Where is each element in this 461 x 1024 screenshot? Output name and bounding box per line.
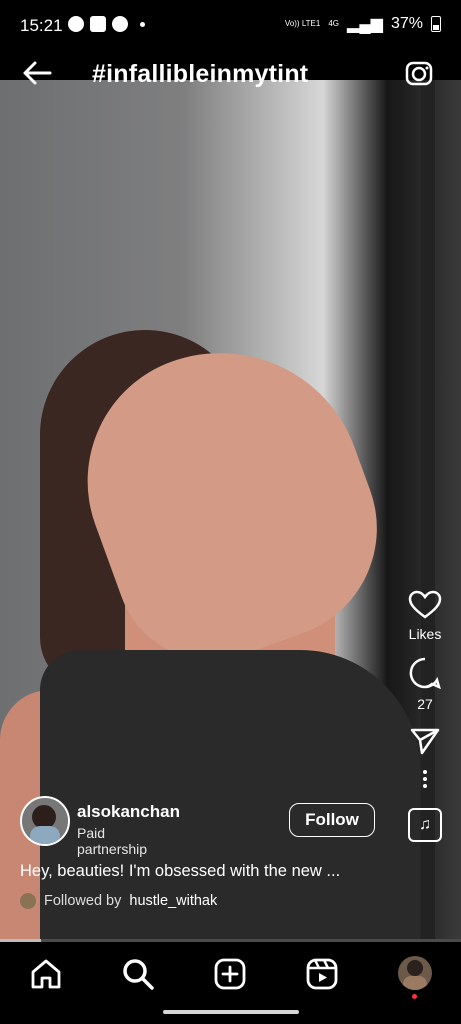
followed-by-prefix: Followed by bbox=[44, 893, 122, 909]
followed-by[interactable]: Followed by hustle_withak bbox=[20, 893, 217, 909]
followed-by-user: hustle_withak bbox=[129, 893, 218, 909]
battery-percent: 37% bbox=[390, 15, 423, 32]
share-action[interactable] bbox=[395, 726, 455, 756]
like-action[interactable]: Likes bbox=[395, 590, 455, 642]
page-title: #infallibleinmytint bbox=[92, 60, 309, 88]
status-right: Vo)) LTE1 4G ▂▄▆ 37% bbox=[285, 14, 441, 34]
top-bar: #infallibleinmytint bbox=[0, 48, 461, 100]
reels-icon[interactable] bbox=[304, 956, 340, 992]
likes-label: Likes bbox=[408, 626, 442, 642]
profile-avatar[interactable] bbox=[398, 956, 432, 990]
username[interactable]: alsokanchan bbox=[77, 802, 180, 822]
home-icon[interactable] bbox=[28, 956, 64, 992]
notification-dot bbox=[412, 994, 417, 999]
more-dot bbox=[423, 784, 427, 788]
facebook-notification-icon bbox=[112, 16, 128, 32]
heart-icon[interactable] bbox=[408, 590, 442, 620]
comment-icon[interactable] bbox=[408, 656, 442, 690]
notification-icons bbox=[68, 16, 145, 32]
search-icon[interactable] bbox=[120, 956, 156, 992]
check-notification-icon bbox=[90, 16, 106, 32]
more-dot bbox=[423, 770, 427, 774]
send-icon[interactable] bbox=[409, 726, 441, 756]
create-icon[interactable] bbox=[212, 956, 248, 992]
status-time: 15:21 bbox=[20, 16, 63, 35]
reel-actions: Likes 27 ♫ bbox=[395, 590, 455, 856]
follower-avatar bbox=[20, 893, 36, 909]
follow-button[interactable]: Follow bbox=[289, 803, 375, 837]
more-notifications-dot-icon bbox=[140, 21, 145, 27]
comment-action[interactable]: 27 bbox=[395, 656, 455, 712]
battery-icon bbox=[431, 16, 441, 32]
more-options-icon[interactable] bbox=[395, 770, 455, 788]
audio-action[interactable]: ♫ bbox=[395, 808, 455, 842]
app-notification-icon bbox=[68, 16, 84, 32]
paid-partnership-label[interactable]: Paid partnership bbox=[77, 825, 147, 857]
network-indicator: 4G bbox=[328, 19, 340, 28]
reel-video[interactable] bbox=[0, 80, 461, 940]
more-dot bbox=[423, 777, 427, 781]
comments-count: 27 bbox=[417, 696, 433, 712]
music-note-icon[interactable]: ♫ bbox=[408, 808, 442, 842]
arrow-left-icon[interactable] bbox=[20, 58, 54, 88]
volte-indicator: Vo)) LTE1 bbox=[284, 19, 321, 28]
status-bar: 15:21 Vo)) LTE1 4G ▂▄▆ 37% bbox=[0, 0, 461, 48]
home-indicator[interactable] bbox=[163, 1010, 299, 1014]
camera-icon[interactable] bbox=[404, 58, 434, 88]
reel-caption[interactable]: Hey, beauties! I'm obsessed with the new… bbox=[20, 862, 390, 881]
avatar[interactable] bbox=[20, 796, 70, 846]
signal-icon: ▂▄▆ bbox=[347, 16, 383, 33]
